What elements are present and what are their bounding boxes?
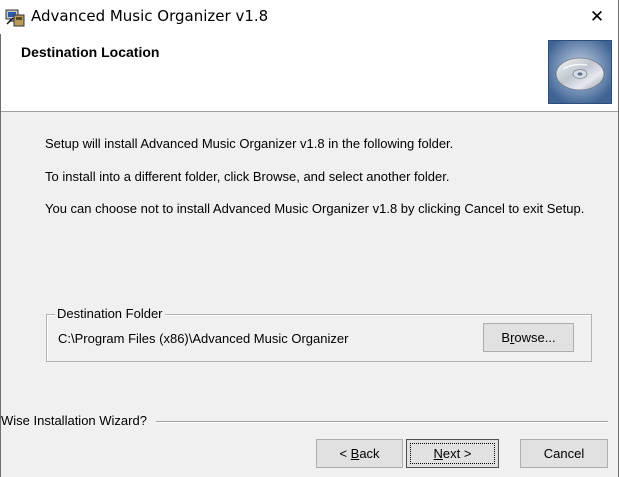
browse-instruction-text: To install into a different folder, clic… <box>45 169 450 184</box>
cancel-instruction-text: You can choose not to install Advanced M… <box>45 201 585 216</box>
back-button[interactable]: < Back <box>316 439 403 468</box>
header-image <box>548 40 612 104</box>
cancel-button[interactable]: Cancel <box>520 439 608 468</box>
wizard-header: Destination Location <box>1 34 618 111</box>
wizard-divider <box>156 421 608 423</box>
close-button[interactable]: ✕ <box>584 7 610 27</box>
next-label-end: ext > <box>442 446 472 461</box>
destination-folder-label: Destination Folder <box>55 306 165 322</box>
browse-label-end: owse... <box>514 330 556 345</box>
installer-computer-icon <box>5 9 25 27</box>
destination-path: C:\Program Files (x86)\Advanced Music Or… <box>58 331 349 346</box>
close-icon: ✕ <box>589 7 605 27</box>
wizard-brand-label: Wise Installation Wizard? <box>1 413 153 429</box>
back-label-start: < <box>339 446 351 461</box>
back-label-end: ack <box>359 446 380 461</box>
next-label-mnemonic: N <box>433 446 443 461</box>
browse-label-start: B <box>501 330 511 345</box>
destination-folder-group: Destination Folder C:\Program Files (x86… <box>46 306 592 362</box>
title-bar: Advanced Music Organizer v1.8 ✕ <box>0 0 619 34</box>
cancel-label: Cancel <box>543 446 585 461</box>
page-title: Destination Location <box>21 44 160 60</box>
cd-disc-icon <box>549 41 611 103</box>
browse-button[interactable]: Browse... <box>483 323 574 352</box>
intro-text: Setup will install Advanced Music Organi… <box>45 136 454 151</box>
window-title: Advanced Music Organizer v1.8 <box>31 7 269 25</box>
wizard-body: Setup will install Advanced Music Organi… <box>1 112 618 477</box>
next-button[interactable]: Next > <box>406 439 499 468</box>
